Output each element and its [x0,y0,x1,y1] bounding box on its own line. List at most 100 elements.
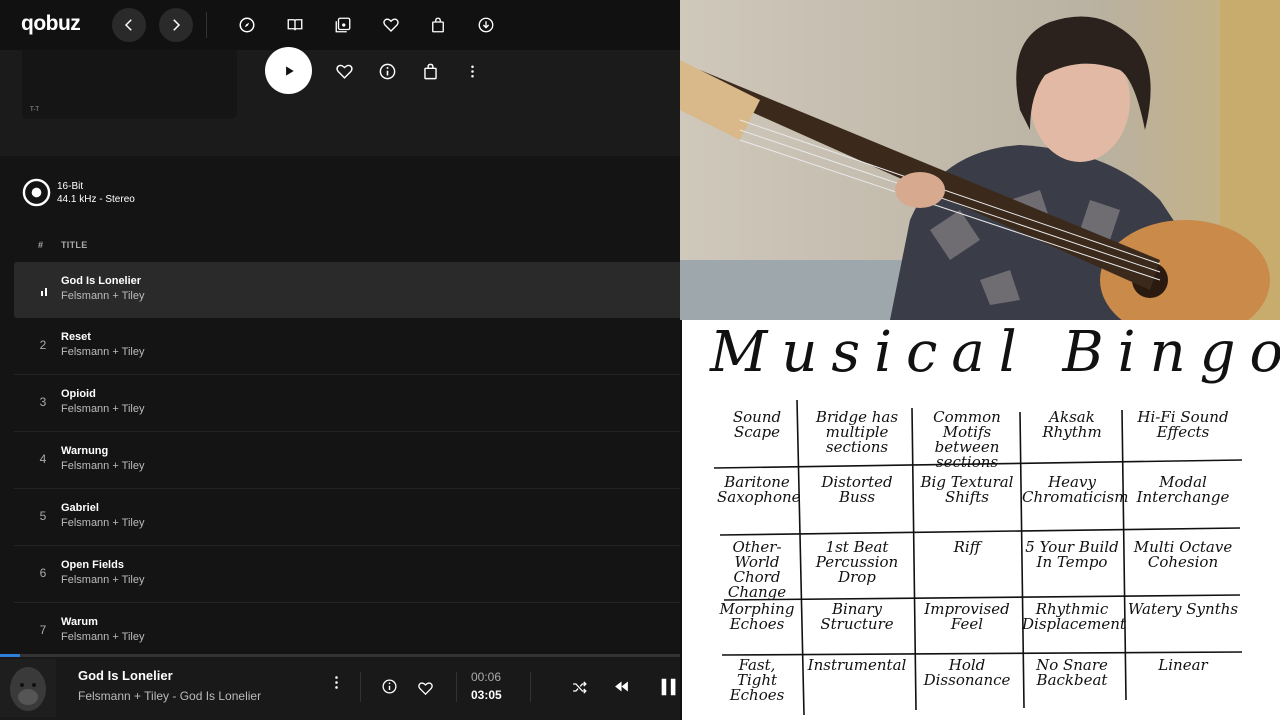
webcam-feed [680,0,1280,320]
track-number: 6 [39,566,47,580]
buy-album-button[interactable] [418,59,442,83]
track-row[interactable]: 3 Opioid Felsmann + Tiley [14,375,680,432]
player-more-button[interactable] [325,671,347,693]
chevron-right-icon [173,19,181,31]
playback-progress-bar[interactable] [0,654,680,657]
book-icon [287,19,303,31]
track-row[interactable]: 4 Warnung Felsmann + Tiley [14,432,680,489]
downloads-button[interactable] [474,13,498,37]
disc-icon [22,178,51,207]
tracklist: God Is Lonelier Felsmann + Tiley 2 Reset… [14,262,680,660]
track-row[interactable]: 7 Warum Felsmann + Tiley [14,603,680,660]
shopping-bag-icon [423,63,437,79]
library-button[interactable] [331,13,355,37]
favorite-track-button[interactable] [414,677,436,699]
track-row[interactable]: 2 Reset Felsmann + Tiley [14,318,680,375]
bingo-cell: Big Textural Shifts [920,473,1014,506]
bingo-cell: Aksak Rhythm [1042,408,1102,441]
album-more-button[interactable] [460,59,484,83]
screen: qobuz T-T 16-Bit 44.1 kHz - Stereo # TIT… [0,0,1280,720]
discover-button[interactable] [235,13,259,37]
track-artist[interactable]: Felsmann + Tiley [61,460,144,472]
bingo-cell: Instrumental [807,656,907,674]
bingo-cell: Distorted Buss [821,473,893,506]
track-number: 7 [39,623,47,637]
track-row[interactable]: 5 Gabriel Felsmann + Tiley [14,489,680,546]
track-number: 2 [39,338,47,352]
bingo-cell: Morphing Echoes [719,600,795,633]
player-bar: God Is Lonelier Felsmann + Tiley - God I… [0,654,680,720]
qobuz-app: qobuz T-T 16-Bit 44.1 kHz - Stereo # TIT… [0,0,680,720]
track-title: Warum [61,616,98,628]
bingo-cell: No Snare Backbeat [1036,656,1108,689]
track-row[interactable]: God Is Lonelier Felsmann + Tiley [14,262,680,318]
now-playing-artwork[interactable] [0,659,56,717]
compass-icon [239,17,255,33]
bingo-cell: 1st Beat Percussion Drop [815,538,899,586]
info-icon [379,63,395,79]
previous-button[interactable] [610,675,632,697]
favorite-album-button[interactable] [332,59,356,83]
bingo-cell: Common Motifs between sections [933,408,1001,471]
tracklist-header: # TITLE [38,240,87,250]
webcam-image [680,0,1280,320]
track-title: Reset [61,331,91,343]
header-number: # [38,240,44,250]
album-cover: T-T [22,50,237,119]
play-album-button[interactable] [265,47,312,94]
track-number: 3 [39,395,47,409]
shuffle-icon [572,680,587,694]
bingo-cell: Modal Interchange [1136,473,1230,506]
store-button[interactable] [426,13,450,37]
forward-button[interactable] [159,8,193,42]
shuffle-button[interactable] [568,676,590,698]
track-title: God Is Lonelier [61,275,142,287]
bingo-cell: Fast, Tight Echoes [729,656,785,704]
track-artist[interactable]: Felsmann + Tiley [61,290,144,302]
rewind-icon [614,681,628,691]
shopping-bag-icon [432,17,444,33]
bingo-cell: Riff [953,538,981,556]
bingo-cell: Hold Dissonance [923,656,1011,689]
library-icon [335,17,351,33]
album-info-button[interactable] [375,59,399,83]
bingo-cell: Rhythmic Displacement [1022,600,1126,633]
bingo-cell: Binary Structure [820,600,894,633]
playback-progress-fill [0,654,21,657]
player-divider [360,672,361,702]
bingo-cell: Improvised Feel [924,600,1010,633]
now-playing-subtitle[interactable]: Felsmann + Tiley - God Is Lonelier [78,689,261,703]
sample-rate: 44.1 kHz - Stereo [57,193,135,205]
track-title: Gabriel [61,502,99,514]
track-artist[interactable]: Felsmann + Tiley [61,403,144,415]
magazine-button[interactable] [283,13,307,37]
track-artist[interactable]: Felsmann + Tiley [61,517,144,529]
pause-icon [661,678,676,696]
pause-button[interactable] [657,674,680,700]
audio-quality-badge: 16-Bit 44.1 kHz - Stereo [22,178,135,207]
bingo-cell: Bridge has multiple sections [815,408,899,456]
track-artist[interactable]: Felsmann + Tiley [61,631,144,643]
track-artist[interactable]: Felsmann + Tiley [61,574,144,586]
bingo-whiteboard: Musical Bingo!! Sound ScapeBridge has mu… [680,320,1280,720]
track-info-button[interactable] [378,675,400,697]
track-artist[interactable]: Felsmann + Tiley [61,346,144,358]
artwork-image [0,659,56,717]
more-vertical-icon [334,675,338,689]
track-title: Opioid [61,388,96,400]
qobuz-logo[interactable]: qobuz [21,12,81,36]
favorites-button[interactable] [379,13,403,37]
track-row[interactable]: 6 Open Fields Felsmann + Tiley [14,546,680,603]
bingo-cell: Baritone Saxophone [717,473,801,506]
bingo-cell: Watery Synths [1127,600,1239,618]
back-button[interactable] [112,8,146,42]
header-title: TITLE [61,240,88,250]
bit-depth: 16-Bit [57,180,84,192]
bingo-cell: Multi Octave Cohesion [1133,538,1233,571]
elapsed-time: 00:06 [471,670,502,684]
bingo-cell: Hi-Fi Sound Effects [1137,408,1229,441]
bingo-cell: 5 Your Build In Tempo [1025,538,1119,571]
heart-icon [417,681,433,695]
now-playing-title[interactable]: God Is Lonelier [78,668,173,683]
bingo-cell: Linear [1158,656,1208,674]
